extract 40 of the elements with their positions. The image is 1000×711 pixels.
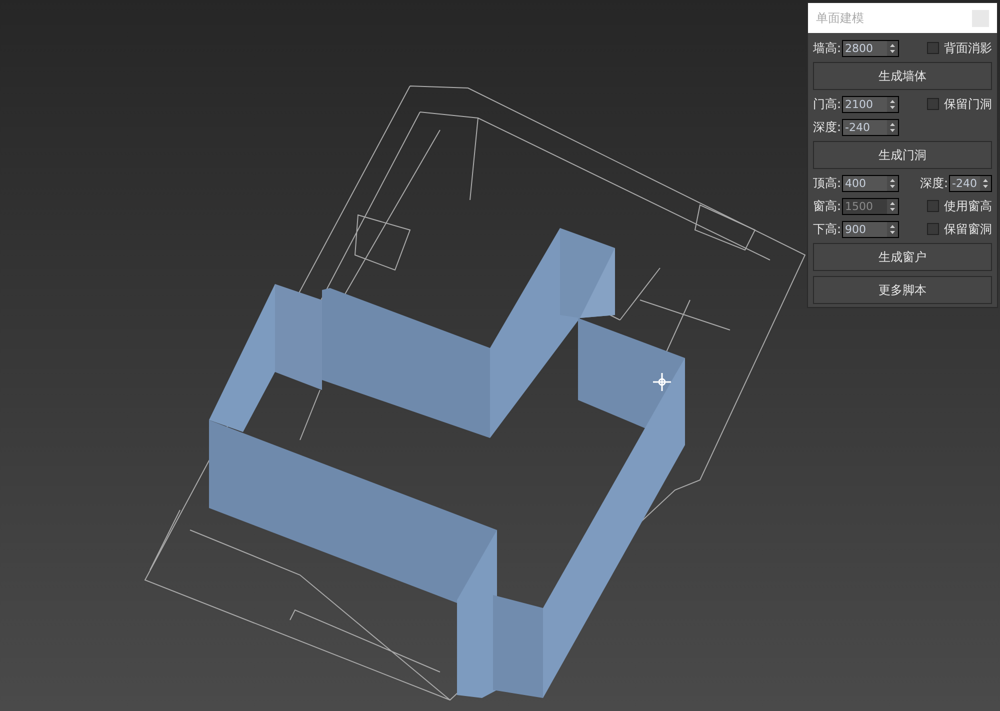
field-value: -240 [844, 122, 872, 132]
spinner-field[interactable]: -240 [842, 118, 900, 136]
spinner-arrows-icon[interactable] [887, 40, 898, 56]
spinner-arrows-icon[interactable] [887, 176, 898, 190]
field-label: 深度: [920, 175, 948, 192]
field-value: 900 [844, 224, 868, 234]
spinner-arrows-icon[interactable] [887, 120, 898, 134]
crosshair-cursor-icon [652, 372, 672, 392]
checkbox[interactable] [927, 42, 939, 54]
field-label: 门高: [813, 96, 842, 113]
spinner-field[interactable]: 400 [842, 174, 900, 192]
spinner-field[interactable]: 2100 [842, 96, 900, 112]
checkbox-label: 使用窗高 [944, 198, 992, 215]
spinner-field[interactable]: 2800 [842, 40, 900, 56]
field-value: -240 [951, 178, 978, 188]
action-button[interactable]: 生成墙体 [813, 62, 992, 90]
spinner-arrows-icon[interactable] [980, 176, 991, 190]
field-value: 2800 [844, 42, 874, 54]
panel-title: 单面建模 [816, 10, 864, 27]
checkbox-label: 背面消影 [944, 40, 992, 57]
action-button[interactable]: 更多脚本 [813, 276, 992, 304]
checkbox-label: 保留门洞 [944, 96, 992, 113]
spinner-arrows-icon[interactable] [887, 96, 898, 112]
checkbox-label: 保留窗洞 [944, 221, 992, 238]
field-value: 1500 [844, 200, 874, 212]
field-label: 下高: [813, 221, 842, 238]
action-button[interactable]: 生成窗户 [813, 243, 992, 271]
field-label: 窗高: [813, 198, 842, 215]
action-button[interactable]: 生成门洞 [813, 141, 992, 169]
field-value: 400 [844, 178, 868, 188]
field-label: 墙高: [813, 40, 842, 57]
spinner-arrows-icon[interactable] [887, 222, 898, 236]
checkbox[interactable] [927, 223, 939, 235]
field-label: 深度: [813, 119, 842, 136]
checkbox[interactable] [927, 98, 939, 110]
spinner-field[interactable]: -240 [949, 174, 992, 192]
field-value: 2100 [844, 98, 874, 110]
spinner-field[interactable]: 900 [842, 220, 900, 238]
field-label: 顶高: [813, 175, 842, 192]
checkbox[interactable] [927, 200, 939, 212]
